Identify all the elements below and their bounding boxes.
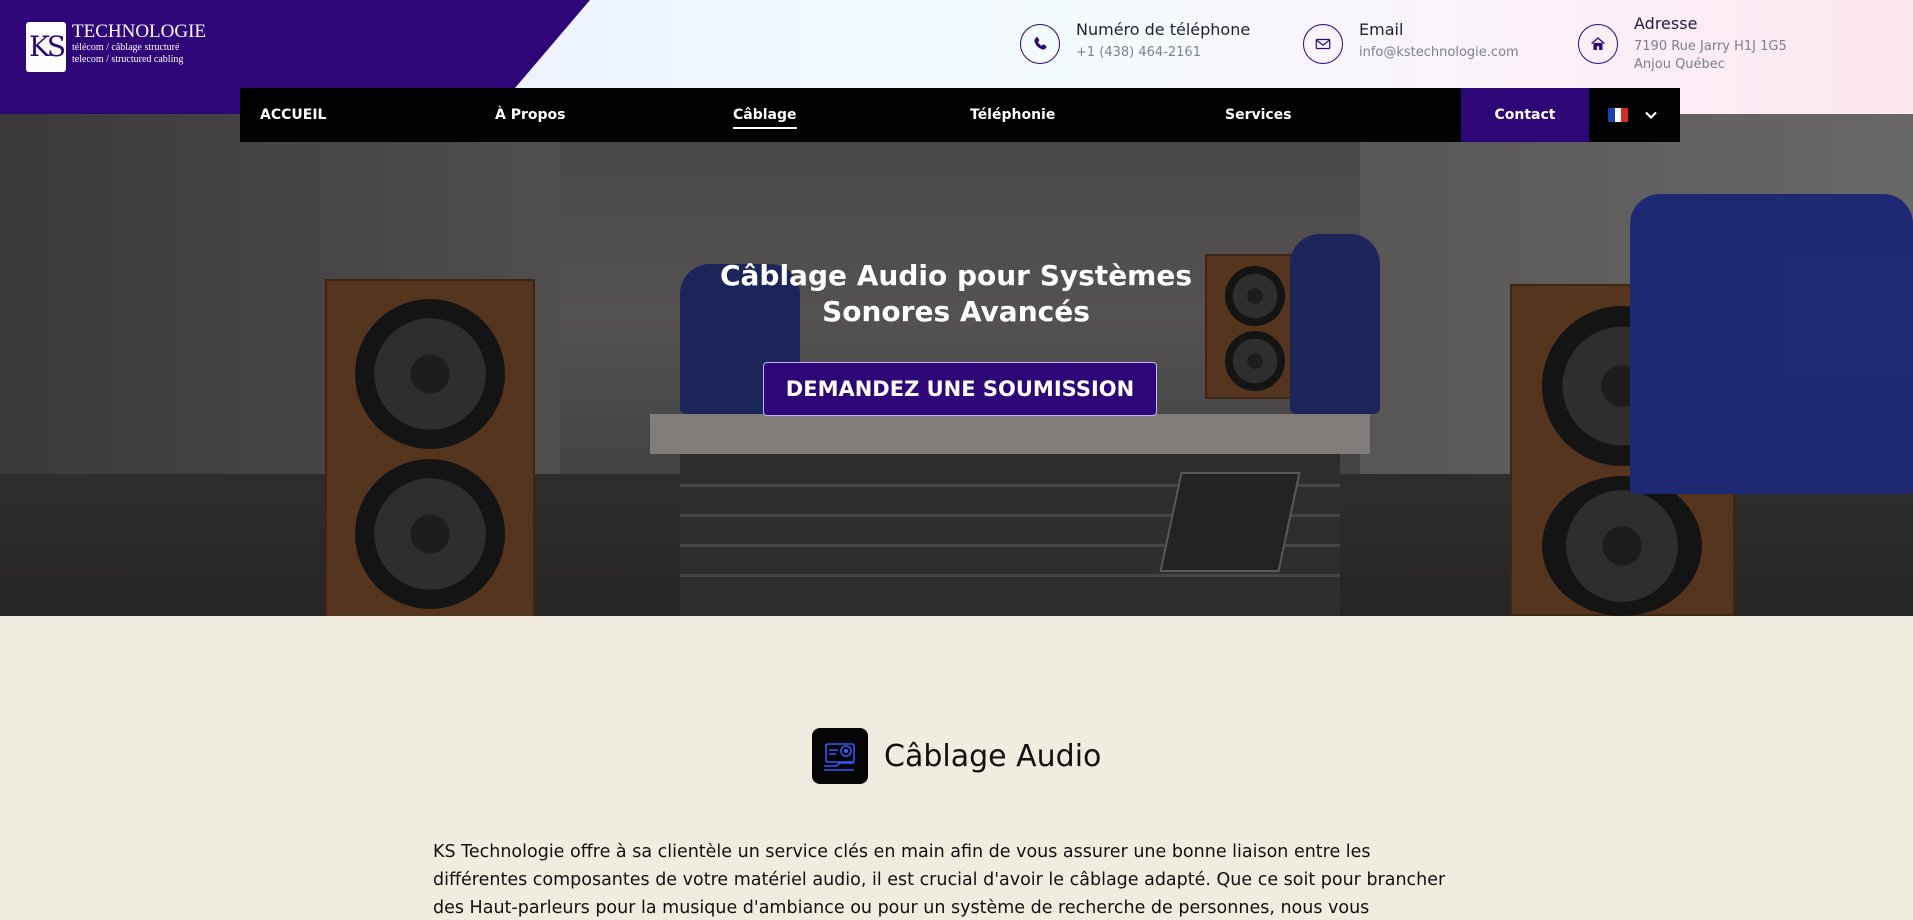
main-nav: ACCUEIL À Propos Câblage Téléphonie Serv… (240, 88, 1680, 142)
hero-title: Câblage Audio pour Systèmes Sonores Avan… (719, 259, 1193, 328)
nav-item-services[interactable]: Services (1225, 88, 1292, 142)
address-label: Adresse (1634, 14, 1698, 33)
logo-subtitle-fr: télécom / câblage structuré (72, 42, 180, 53)
logo-title: TECHNOLOGIE (72, 21, 207, 42)
nav-item-cablage[interactable]: Câblage (733, 88, 797, 142)
hero-banner: Câblage Audio pour Systèmes Sonores Avan… (0, 114, 1913, 616)
section-title: Câblage Audio (884, 738, 1102, 774)
nav-contact-button[interactable]: Contact (1461, 88, 1589, 142)
email-label: Email (1359, 20, 1404, 39)
logo[interactable]: KS TECHNOLOGIE télécom / câblage structu… (26, 22, 206, 72)
contact-phone[interactable]: Numéro de téléphone +1 (438) 464-2161 (1020, 20, 1250, 64)
body-line: des Haut-parleurs pour la musique d'ambi… (433, 898, 1370, 918)
contact-address[interactable]: Adresse 7190 Rue Jarry H1J 1G5 Anjou Qué… (1578, 14, 1787, 74)
phone-label: Numéro de téléphone (1076, 20, 1251, 39)
nav-item-telephonie[interactable]: Téléphonie (970, 88, 1055, 142)
body-line: KS Technologie offre à sa clientèle un s… (433, 842, 1371, 862)
section-header: Câblage Audio (812, 728, 1101, 784)
section-body: KS Technologie offre à sa clientèle un s… (433, 838, 1483, 920)
audio-setup-icon (812, 728, 868, 784)
body-line: différentes composantes de votre matérie… (433, 870, 1446, 890)
email-value[interactable]: info@kstechnologie.com (1359, 44, 1519, 62)
contact-email[interactable]: Email info@kstechnologie.com (1303, 20, 1519, 64)
home-icon (1578, 24, 1618, 64)
chevron-down-icon (1645, 111, 1657, 120)
logo-subtitle-en: telecom / structured cabling (72, 54, 184, 65)
language-selector[interactable] (1608, 88, 1658, 142)
phone-value[interactable]: +1 (438) 464-2161 (1076, 44, 1250, 62)
nav-item-accueil[interactable]: ACCUEIL (260, 88, 326, 142)
logo-text: TECHNOLOGIE télécom / câblage structuré … (72, 22, 206, 66)
logo-mark: KS (26, 22, 66, 72)
nav-item-a-propos[interactable]: À Propos (495, 88, 565, 142)
address-line2: Anjou Québec (1634, 57, 1725, 72)
request-quote-button[interactable]: DEMANDEZ UNE SOUMISSION (763, 362, 1157, 416)
envelope-icon (1303, 24, 1343, 64)
address-line1: 7190 Rue Jarry H1J 1G5 (1634, 39, 1787, 54)
phone-icon (1020, 24, 1060, 64)
france-flag-icon (1608, 108, 1629, 122)
